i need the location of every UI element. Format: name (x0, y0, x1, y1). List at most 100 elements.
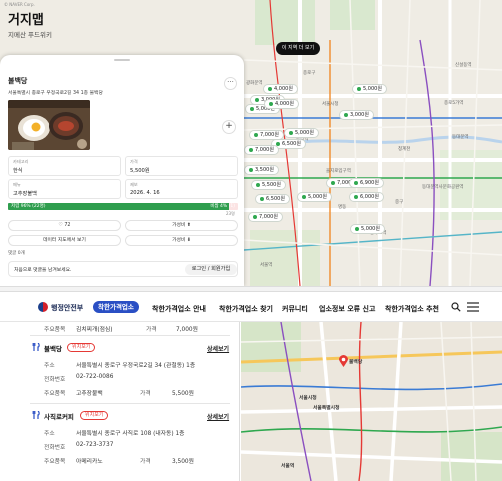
vote-count: 23명 (226, 211, 235, 216)
price-pin[interactable]: 5,000원 (350, 224, 385, 234)
food-photo-image (8, 100, 90, 150)
price-key: 가격 (140, 391, 151, 397)
price-pin[interactable]: 4,000원 (264, 99, 299, 109)
add-photo-button[interactable]: + (222, 120, 236, 134)
place-name: 불백당 (8, 77, 28, 85)
info-menu: 메뉴 고추장불백 (8, 179, 121, 199)
view-location-button[interactable]: 위치보기 (80, 411, 109, 420)
address-value: 서울특별시 종로구 우정국로2길 34 (관철동) 1층 (76, 363, 196, 369)
map-label: 서울역 (260, 263, 273, 268)
login-signup-button[interactable]: 로그인 / 회원가입 (185, 264, 237, 275)
geojimap-app: © NAVER Corp. 종로구 서울시청 종로5가역 신설동역 중구 동대문… (0, 0, 502, 286)
price-pin[interactable]: 5,000원 (352, 84, 387, 94)
restaurant-pin-icon (289, 131, 293, 135)
price-pin[interactable]: 3,500원 (244, 165, 279, 175)
price-pin[interactable]: 6,500원 (255, 194, 290, 204)
price-pin[interactable]: 7,000원 (244, 145, 279, 155)
app-brand[interactable]: 거지맵 지메산 푸드위키 (8, 9, 52, 39)
map-label: 동대문역 (452, 135, 469, 140)
map-label: 청계천 (398, 147, 411, 152)
restaurant-pin-icon (254, 133, 258, 137)
gov-name[interactable]: 행정안전부 (51, 303, 83, 313)
restaurant-pin-icon (354, 195, 358, 199)
phone-key: 전화번호 (44, 445, 66, 451)
menu-value: 아메리카노 (76, 459, 103, 465)
restaurant-pin-icon (249, 148, 253, 152)
view-detail-link[interactable]: 상세보기 (207, 412, 229, 421)
restaurant-pin-icon (255, 98, 259, 102)
nav-item[interactable]: 업소정보 오류 신고 (319, 304, 375, 314)
prev-menu: 김치찌개(점심) (76, 327, 113, 333)
restaurant-pin-icon (269, 102, 273, 106)
hamburger-menu-icon[interactable] (467, 302, 479, 312)
site-logo-badge[interactable]: 착한가격업소 (93, 301, 139, 313)
gov-logo-icon[interactable] (38, 302, 48, 312)
map-label: 동대문역사문화공원역 (422, 185, 464, 190)
restaurant-pin-icon (253, 215, 257, 219)
phone-value: 02-722-0086 (76, 374, 114, 380)
store-marker-icon[interactable] (339, 355, 348, 367)
address-value: 서울특별시 종로구 사직로 108 (내자동) 1층 (76, 431, 185, 437)
restaurant-pin-icon (256, 183, 260, 187)
restaurant-pin-icon (357, 87, 361, 91)
store-list: 주요품목 김치찌개(점심) 가격 7,000원 불백당 위치보기 상세보기 주소… (0, 322, 240, 481)
price-value: 3,500원 (172, 459, 194, 465)
price-pin[interactable]: 6,000원 (349, 192, 384, 202)
divider (30, 335, 230, 336)
expensive-vote-label: 비쌈 4% (1) (210, 204, 235, 209)
price-pin[interactable]: 3,000원 (339, 110, 374, 120)
restaurant-icon (32, 411, 40, 419)
divider (30, 403, 230, 404)
more-options-button[interactable]: ··· (224, 77, 237, 90)
cheap-downvote-button[interactable]: 가성비 ⬇ (125, 235, 238, 246)
restaurant-pin-icon (249, 168, 253, 172)
price-pin[interactable]: 7,000원 (248, 212, 283, 222)
view-on-map-button[interactable]: 데이터 지도에서 보기 (8, 235, 121, 246)
cheap-vote-label: 저렴 96% (22명) (11, 204, 46, 209)
search-icon[interactable] (451, 302, 461, 312)
price-pin[interactable]: 6,900원 (349, 178, 384, 188)
prev-price: 7,000원 (176, 327, 198, 333)
price-pin[interactable]: 5,000원 (297, 192, 332, 202)
phone-value: 02-723-3737 (76, 442, 114, 448)
nav-item[interactable]: 커뮤니티 (282, 304, 308, 314)
info-category: 카테고리 한식 (8, 156, 121, 176)
restaurant-pin-icon (354, 181, 358, 185)
nav-item[interactable]: 착한가격업소 안내 (152, 304, 206, 314)
map-label: 서울특별시청 (313, 406, 340, 411)
map-label: 광화문역 (246, 81, 263, 86)
address-key: 주소 (44, 431, 55, 437)
price-key: 가격 (140, 459, 151, 465)
address-key: 주소 (44, 363, 55, 369)
menu-value: 고추장불백 (76, 391, 103, 397)
place-photo[interactable] (8, 100, 90, 150)
map-label: 중구 (395, 200, 404, 205)
nav-item[interactable]: 착한가격업소 추천 (385, 304, 439, 314)
menu-key: 주요품목 (44, 391, 66, 397)
price-pin[interactable]: 5,500원 (251, 180, 286, 190)
search-this-area-button[interactable]: 이 지역 더 보기 (276, 42, 320, 55)
comment-hint: 처음으로 댓글을 남겨보세요. (14, 268, 72, 273)
map-label: 서울시청 (299, 396, 317, 401)
view-detail-link[interactable]: 상세보기 (207, 344, 229, 353)
like-button[interactable]: ♡ 72 (8, 220, 121, 231)
restaurant-pin-icon (355, 227, 359, 231)
place-detail-panel: 불백당 서울특별시 종로구 우정국로2길 34 1층 불백당 ··· + 카테고… (0, 55, 244, 286)
app-subtitle: 지메산 푸드위키 (8, 31, 52, 39)
site-header: 행정안전부 착한가격업소 착한가격업소 안내 착한가격업소 찾기 커뮤니티 업소… (0, 292, 502, 322)
prev-price-key: 가격 (146, 327, 157, 333)
price-pin[interactable]: 4,000원 (263, 84, 298, 94)
drag-handle[interactable] (114, 59, 130, 61)
nav-item[interactable]: 착한가격업소 찾기 (219, 304, 273, 314)
map-label: 불백당 (349, 360, 363, 365)
view-location-button[interactable]: 위치보기 (67, 343, 96, 352)
cheap-upvote-button[interactable]: 가성비 ⬆ (125, 220, 238, 231)
map-label: 을지로입구역 (326, 169, 351, 174)
restaurant-pin-icon (331, 181, 335, 185)
good-price-site: 행정안전부 착한가격업소 착한가격업소 안내 착한가격업소 찾기 커뮤니티 업소… (0, 292, 502, 481)
info-price: 가격 5,500원 (125, 156, 238, 176)
app-title: 거지맵 (8, 13, 44, 28)
store-map[interactable]: 불백당 서울시청 서울특별시청 서울역 (241, 322, 502, 481)
price-pin[interactable]: 5,000원 (284, 128, 319, 138)
store-map-roads (241, 322, 502, 481)
